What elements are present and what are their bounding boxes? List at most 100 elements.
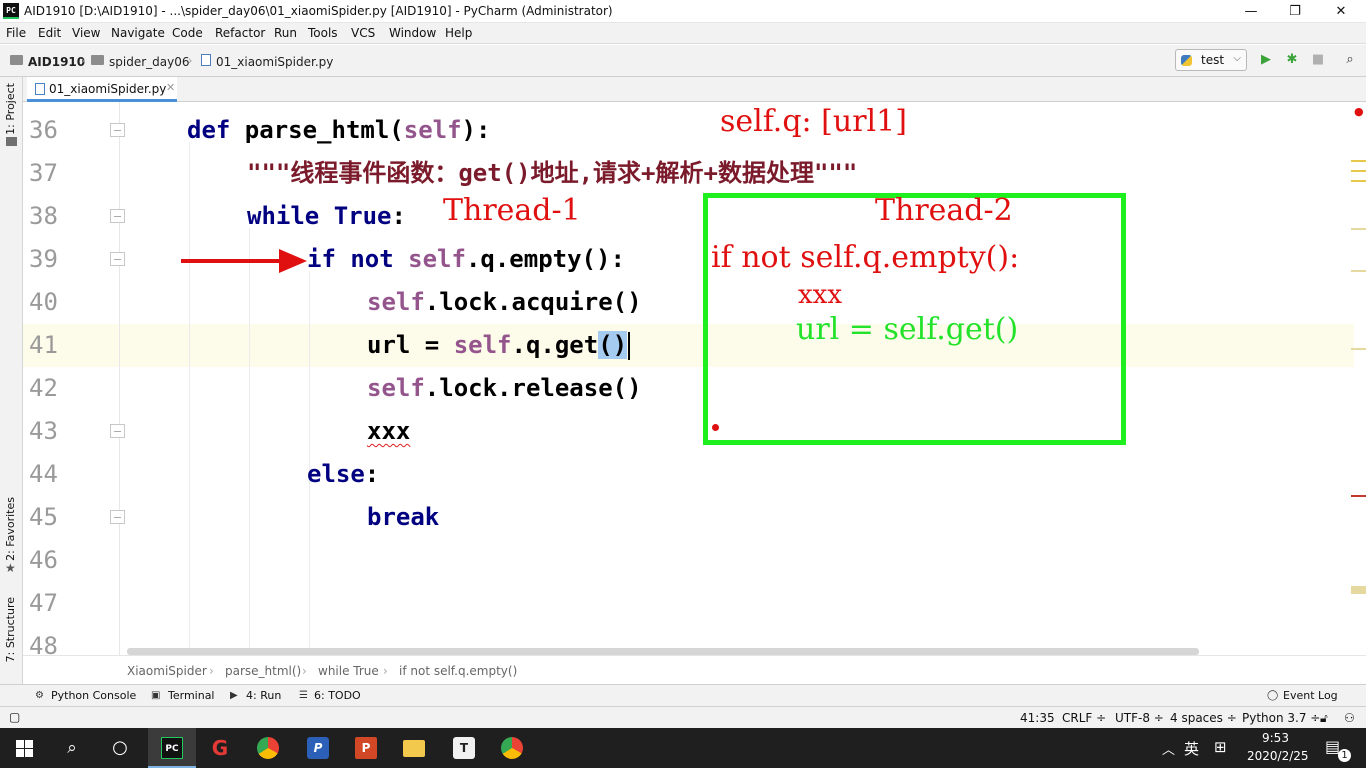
stripe-marker[interactable]: [1351, 170, 1366, 172]
keyword-if-not: if not: [307, 245, 394, 273]
tab-label: 01_xiaomiSpider.py: [49, 82, 167, 96]
todo-tab[interactable]: 6: TODO: [314, 689, 361, 702]
breadcrumb-while[interactable]: while True: [318, 664, 379, 678]
line-number: 40: [29, 288, 58, 316]
pycharm-icon: PC: [161, 737, 183, 759]
menu-view[interactable]: View: [72, 26, 100, 40]
error-indicator-icon[interactable]: ●: [1354, 105, 1364, 118]
run-tab[interactable]: 4: Run: [246, 689, 281, 702]
structure-tool-tab[interactable]: 7: Structure: [4, 597, 17, 662]
stripe-marker[interactable]: [1351, 160, 1366, 162]
menu-navigate[interactable]: Navigate: [111, 26, 165, 40]
stripe-marker[interactable]: [1351, 180, 1366, 182]
taskbar-chrome-2[interactable]: [488, 728, 536, 768]
code-breadcrumb: XiaomiSpider › parse_html() › while True…: [23, 655, 1366, 684]
stripe-marker[interactable]: [1351, 228, 1366, 230]
line-separator[interactable]: CRLF ÷: [1062, 711, 1106, 725]
menu-window[interactable]: Window: [389, 26, 436, 40]
close-button[interactable]: ✕: [1318, 0, 1364, 23]
code-line-44: else:: [307, 459, 379, 489]
menu-code[interactable]: Code: [172, 26, 203, 40]
search-button[interactable]: ⌕: [48, 728, 96, 768]
status-bar: ▢ 41:35 CRLF ÷ UTF-8 ÷ 4 spaces ÷ Python…: [0, 706, 1366, 728]
indent-setting[interactable]: 4 spaces ÷: [1170, 711, 1237, 725]
close-tab-icon[interactable]: ✕: [166, 81, 175, 94]
menu-tools[interactable]: Tools: [308, 26, 338, 40]
file-encoding[interactable]: UTF-8 ÷: [1115, 711, 1164, 725]
menu-file[interactable]: File: [6, 26, 26, 40]
nav-crumb-project[interactable]: AID1910: [28, 55, 85, 69]
red-arrow-icon: [181, 249, 307, 273]
task-view-button[interactable]: ○: [96, 728, 144, 768]
lock-icon[interactable]: 🔓︎: [1320, 711, 1328, 726]
star-icon: ★: [5, 561, 16, 575]
taskbar-pycharm[interactable]: PC: [148, 728, 196, 768]
python-icon: [1181, 55, 1192, 66]
keyboard-layout-icon[interactable]: ⊞: [1214, 738, 1227, 756]
taskbar-app-red[interactable]: G: [196, 728, 244, 768]
python-interpreter[interactable]: Python 3.7 ÷: [1242, 711, 1320, 725]
caret-position[interactable]: 41:35: [1020, 711, 1055, 725]
nav-crumb-file[interactable]: 01_xiaomiSpider.py: [216, 55, 333, 69]
stripe-marker[interactable]: [1351, 348, 1366, 350]
clock-date[interactable]: 2020/2/25: [1247, 749, 1309, 763]
menu-help[interactable]: Help: [445, 26, 472, 40]
queue-annotation: self.q: [url1]: [720, 104, 907, 139]
run-config-selector[interactable]: test ⌵: [1175, 49, 1247, 71]
line-number: 47: [29, 589, 58, 617]
maximize-button[interactable]: ❐: [1272, 0, 1318, 23]
taskbar-app-blue[interactable]: P: [294, 728, 342, 768]
breadcrumb-function[interactable]: parse_html(): [225, 664, 301, 678]
stop-icon[interactable]: ■: [1310, 52, 1326, 68]
toggle-tool-windows-icon[interactable]: ▢: [9, 710, 20, 724]
indent-guide: [249, 228, 250, 655]
task-view-icon: ○: [112, 737, 128, 758]
run-icon[interactable]: ▶: [1258, 52, 1274, 68]
fold-marker[interactable]: [110, 252, 125, 266]
fold-marker[interactable]: [110, 123, 125, 137]
stripe-marker[interactable]: [1351, 586, 1366, 594]
menu-bar: File Edit View Navigate Code Refactor Ru…: [0, 23, 1366, 44]
event-log-tab[interactable]: Event Log: [1283, 689, 1338, 702]
stripe-marker[interactable]: [1351, 495, 1366, 497]
favorites-tool-tab[interactable]: 2: Favorites: [4, 497, 17, 561]
code-line-40: self.lock.acquire(): [367, 287, 642, 317]
debug-icon[interactable]: ✱: [1284, 52, 1300, 68]
taskbar-typora[interactable]: T: [440, 728, 488, 768]
self-ref: self: [367, 374, 425, 402]
breadcrumb-class[interactable]: XiaomiSpider: [127, 664, 207, 678]
tab-xiaomispider[interactable]: 01_xiaomiSpider.py ✕: [27, 77, 177, 102]
fold-marker[interactable]: [110, 209, 125, 223]
line-number: 48: [29, 632, 58, 655]
menu-vcs[interactable]: VCS: [351, 26, 375, 40]
taskbar-powerpoint[interactable]: P: [342, 728, 390, 768]
ime-indicator[interactable]: 英: [1184, 738, 1199, 759]
code-line-43: xxx: [367, 416, 410, 446]
selected-parens: (): [598, 331, 628, 359]
keyword-while: while: [247, 202, 320, 230]
minimize-button[interactable]: —: [1228, 0, 1274, 23]
fold-marker[interactable]: [110, 424, 125, 438]
terminal-tab[interactable]: Terminal: [168, 689, 215, 702]
nav-crumb-folder[interactable]: spider_day06: [109, 55, 189, 69]
search-icon[interactable]: ⌕: [1342, 52, 1358, 68]
taskbar-chrome[interactable]: [244, 728, 292, 768]
project-tool-tab[interactable]: 1: Project: [4, 83, 17, 135]
python-console-tab[interactable]: Python Console: [51, 689, 136, 702]
code-line-39: if not self.q.empty():: [307, 244, 625, 274]
taskbar-explorer[interactable]: [390, 728, 438, 768]
menu-run[interactable]: Run: [274, 26, 297, 40]
breadcrumb-if[interactable]: if not self.q.empty(): [399, 664, 517, 678]
tray-expand-icon[interactable]: ︿: [1162, 739, 1175, 758]
expr: .lock.release(): [424, 374, 642, 402]
code-editor[interactable]: 36 37 38 39 40 41 42 43 44 45 46 47 48 d…: [23, 102, 1366, 655]
menu-refactor[interactable]: Refactor: [215, 26, 265, 40]
menu-edit[interactable]: Edit: [38, 26, 61, 40]
stripe-marker[interactable]: [1351, 270, 1366, 272]
clock-time[interactable]: 9:53: [1262, 731, 1289, 745]
chevron-right-icon: ›: [188, 54, 193, 67]
keyword-true: True: [319, 202, 392, 230]
start-button[interactable]: [0, 728, 48, 768]
fold-marker[interactable]: [110, 510, 125, 524]
horizontal-scrollbar[interactable]: [127, 648, 1199, 655]
